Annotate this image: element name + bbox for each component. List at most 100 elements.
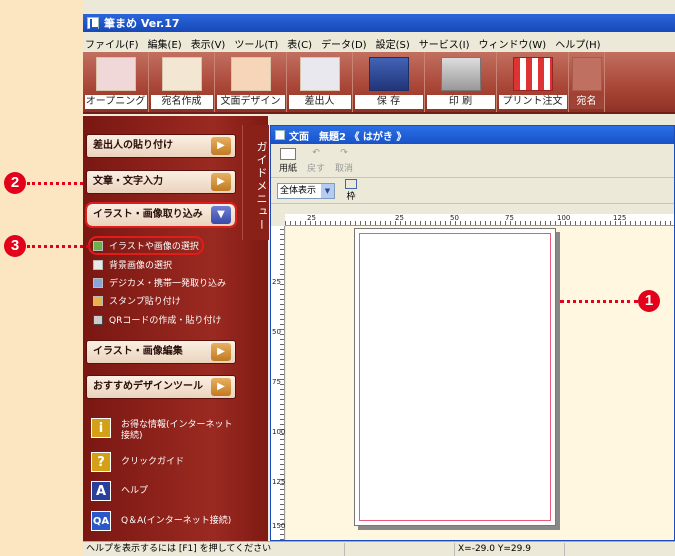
undo-label: 戻す (307, 163, 326, 174)
menu-help[interactable]: ヘルプ(H) (555, 36, 600, 51)
opening-label: オープニング (84, 95, 147, 109)
postcard-paper[interactable] (354, 228, 556, 526)
subitem-camera-import[interactable]: デジカメ・携帯一発取り込み (93, 275, 226, 290)
help-icon: A (91, 481, 111, 501)
sender-button[interactable]: 差出人 (287, 52, 353, 112)
subitem-illust-select[interactable]: イラストや画像の選択 (88, 236, 204, 255)
ruler-label: 75 (272, 378, 281, 386)
info-item-click-guide[interactable]: ? クリックガイド (91, 452, 241, 472)
chevron-down-icon: ▼ (321, 183, 334, 198)
ruler-label: 25 (307, 214, 316, 222)
sidebar-section-recommended[interactable]: おすすめデザインツール ▶ (86, 375, 236, 399)
zoom-select[interactable]: 全体表示 ▼ (277, 182, 335, 199)
redo-label: 取消 (335, 163, 354, 174)
ruler-label: 150 (272, 522, 286, 530)
document-title-bar: 文面 無題2 《 はがき 》 (271, 126, 674, 144)
design-canvas[interactable] (286, 226, 674, 540)
opening-button[interactable]: オープニング (83, 52, 149, 112)
menu-table[interactable]: 表(C) (287, 36, 312, 51)
subitem-label: スタンプ貼り付け (109, 297, 181, 307)
section-label: イラスト・画像取り込み (93, 209, 203, 220)
design-label: 文面デザイン (216, 95, 285, 109)
info-label: Q＆A(インターネット接続) (121, 516, 232, 526)
design-button[interactable]: 文面デザイン (215, 52, 287, 112)
floppy-icon (368, 57, 409, 91)
address-tab-button[interactable]: 宛名 (569, 52, 605, 112)
menu-tools[interactable]: ツール(T) (234, 36, 278, 51)
menu-edit[interactable]: 編集(E) (148, 36, 182, 51)
info-label: お得な情報(インターネット接続) (121, 420, 233, 441)
section-label: 差出人の貼り付け (93, 140, 173, 151)
ruler-label: 75 (505, 214, 514, 222)
info-item-deals[interactable]: i お得な情報(インターネット接続) (91, 418, 241, 442)
arrow-right-icon: ▶ (211, 343, 231, 361)
sidebar-section-sender[interactable]: 差出人の貼り付け ▶ (86, 134, 236, 158)
sender-label: 差出人 (288, 95, 351, 109)
address-create-button[interactable]: 宛名作成 (149, 52, 215, 112)
ruler-label: 25 (395, 214, 404, 222)
subitem-stamp[interactable]: スタンプ貼り付け (93, 293, 181, 308)
ruler-label: 100 (557, 214, 571, 222)
info-item-help[interactable]: A ヘルプ (91, 481, 241, 501)
undo-icon: ↶ (312, 147, 320, 158)
info-label: クリックガイド (121, 457, 185, 467)
menu-window[interactable]: ウィンドウ(W) (479, 36, 547, 51)
menu-bar: ファイル(F) 編集(E) 表示(V) ツール(T) 表(C) データ(D) 設… (83, 34, 675, 52)
info-label: ヘルプ (121, 486, 149, 496)
save-label: 保 存 (354, 95, 423, 109)
address-tab-label: 宛名 (569, 95, 604, 109)
document-window: 文面 無題2 《 はがき 》 用紙 ↶ 戻す ↷ 取消 全体表示 ▼ 枠 25 … (270, 125, 675, 541)
arrow-right-icon: ▶ (211, 137, 231, 155)
subitem-label: 背景画像の選択 (109, 261, 173, 271)
paper-button[interactable]: 用紙 (279, 147, 297, 174)
status-help-text: ヘルプを表示するには [F1] を押してください (83, 542, 345, 556)
ruler-label: 100 (272, 428, 286, 436)
print-order-button[interactable]: プリント注文 (497, 52, 569, 112)
frame-icon (345, 179, 357, 189)
frame-button[interactable]: 枠 (345, 179, 357, 202)
qa-icon: QA (91, 511, 111, 531)
sidebar-section-illust-import[interactable]: イラスト・画像取り込み ▼ (85, 202, 237, 228)
print-label: 印 刷 (426, 95, 495, 109)
save-button[interactable]: 保 存 (353, 52, 425, 112)
menu-service[interactable]: サービス(I) (419, 36, 470, 51)
subitem-label: イラストや画像の選択 (109, 242, 199, 252)
opening-icon (95, 57, 136, 91)
subitem-background-select[interactable]: 背景画像の選択 (93, 257, 172, 272)
sidebar-section-illust-edit[interactable]: イラスト・画像編集 ▶ (86, 340, 236, 364)
qrcode-icon (93, 314, 103, 325)
callout-3: 3 (4, 235, 26, 257)
main-toolbar: オープニング 宛名作成 文面デザイン 差出人 保 存 印 刷 プリント注文 宛名 (83, 52, 675, 114)
print-margin-guide (359, 233, 551, 521)
sidebar-section-text[interactable]: 文章・文字入力 ▶ (86, 170, 236, 194)
section-label: おすすめデザインツール (93, 381, 203, 392)
subitem-label: QRコードの作成・貼り付け (109, 316, 222, 326)
status-coordinates: X=-29.0 Y=29.9 (455, 542, 565, 556)
illust-icon (93, 240, 103, 251)
guide-menu-tab[interactable]: ガイドメニュー (242, 125, 269, 240)
document-title-prefix: 文面 (289, 131, 309, 143)
title-bar: 筆まめ Ver.17 (83, 14, 675, 32)
callout-1: 1 (638, 290, 660, 312)
redo-button[interactable]: ↷ 取消 (335, 148, 353, 174)
print-button[interactable]: 印 刷 (425, 52, 497, 112)
app-icon (87, 17, 99, 29)
info-item-qa[interactable]: QA Q＆A(インターネット接続) (91, 511, 241, 531)
shop-icon (512, 57, 553, 91)
status-blank (345, 542, 455, 556)
sender-icon (299, 57, 340, 91)
subitem-qrcode[interactable]: QRコードの作成・貼り付け (93, 312, 221, 327)
design-icon (230, 57, 271, 91)
vertical-ruler: 25 50 75 100 125 150 (271, 226, 285, 540)
menu-data[interactable]: データ(D) (321, 36, 367, 51)
ruler-label: 125 (613, 214, 627, 222)
document-toolbar: 用紙 ↶ 戻す ↷ 取消 (271, 144, 674, 178)
menu-view[interactable]: 表示(V) (191, 36, 226, 51)
zoom-select-value: 全体表示 (280, 185, 317, 196)
menu-file[interactable]: ファイル(F) (85, 36, 139, 51)
menu-settings[interactable]: 設定(S) (376, 36, 410, 51)
undo-button[interactable]: ↶ 戻す (307, 148, 325, 174)
callout-1-leader (560, 300, 638, 303)
callout-2: 2 (4, 172, 26, 194)
section-label: 文章・文字入力 (93, 176, 163, 187)
